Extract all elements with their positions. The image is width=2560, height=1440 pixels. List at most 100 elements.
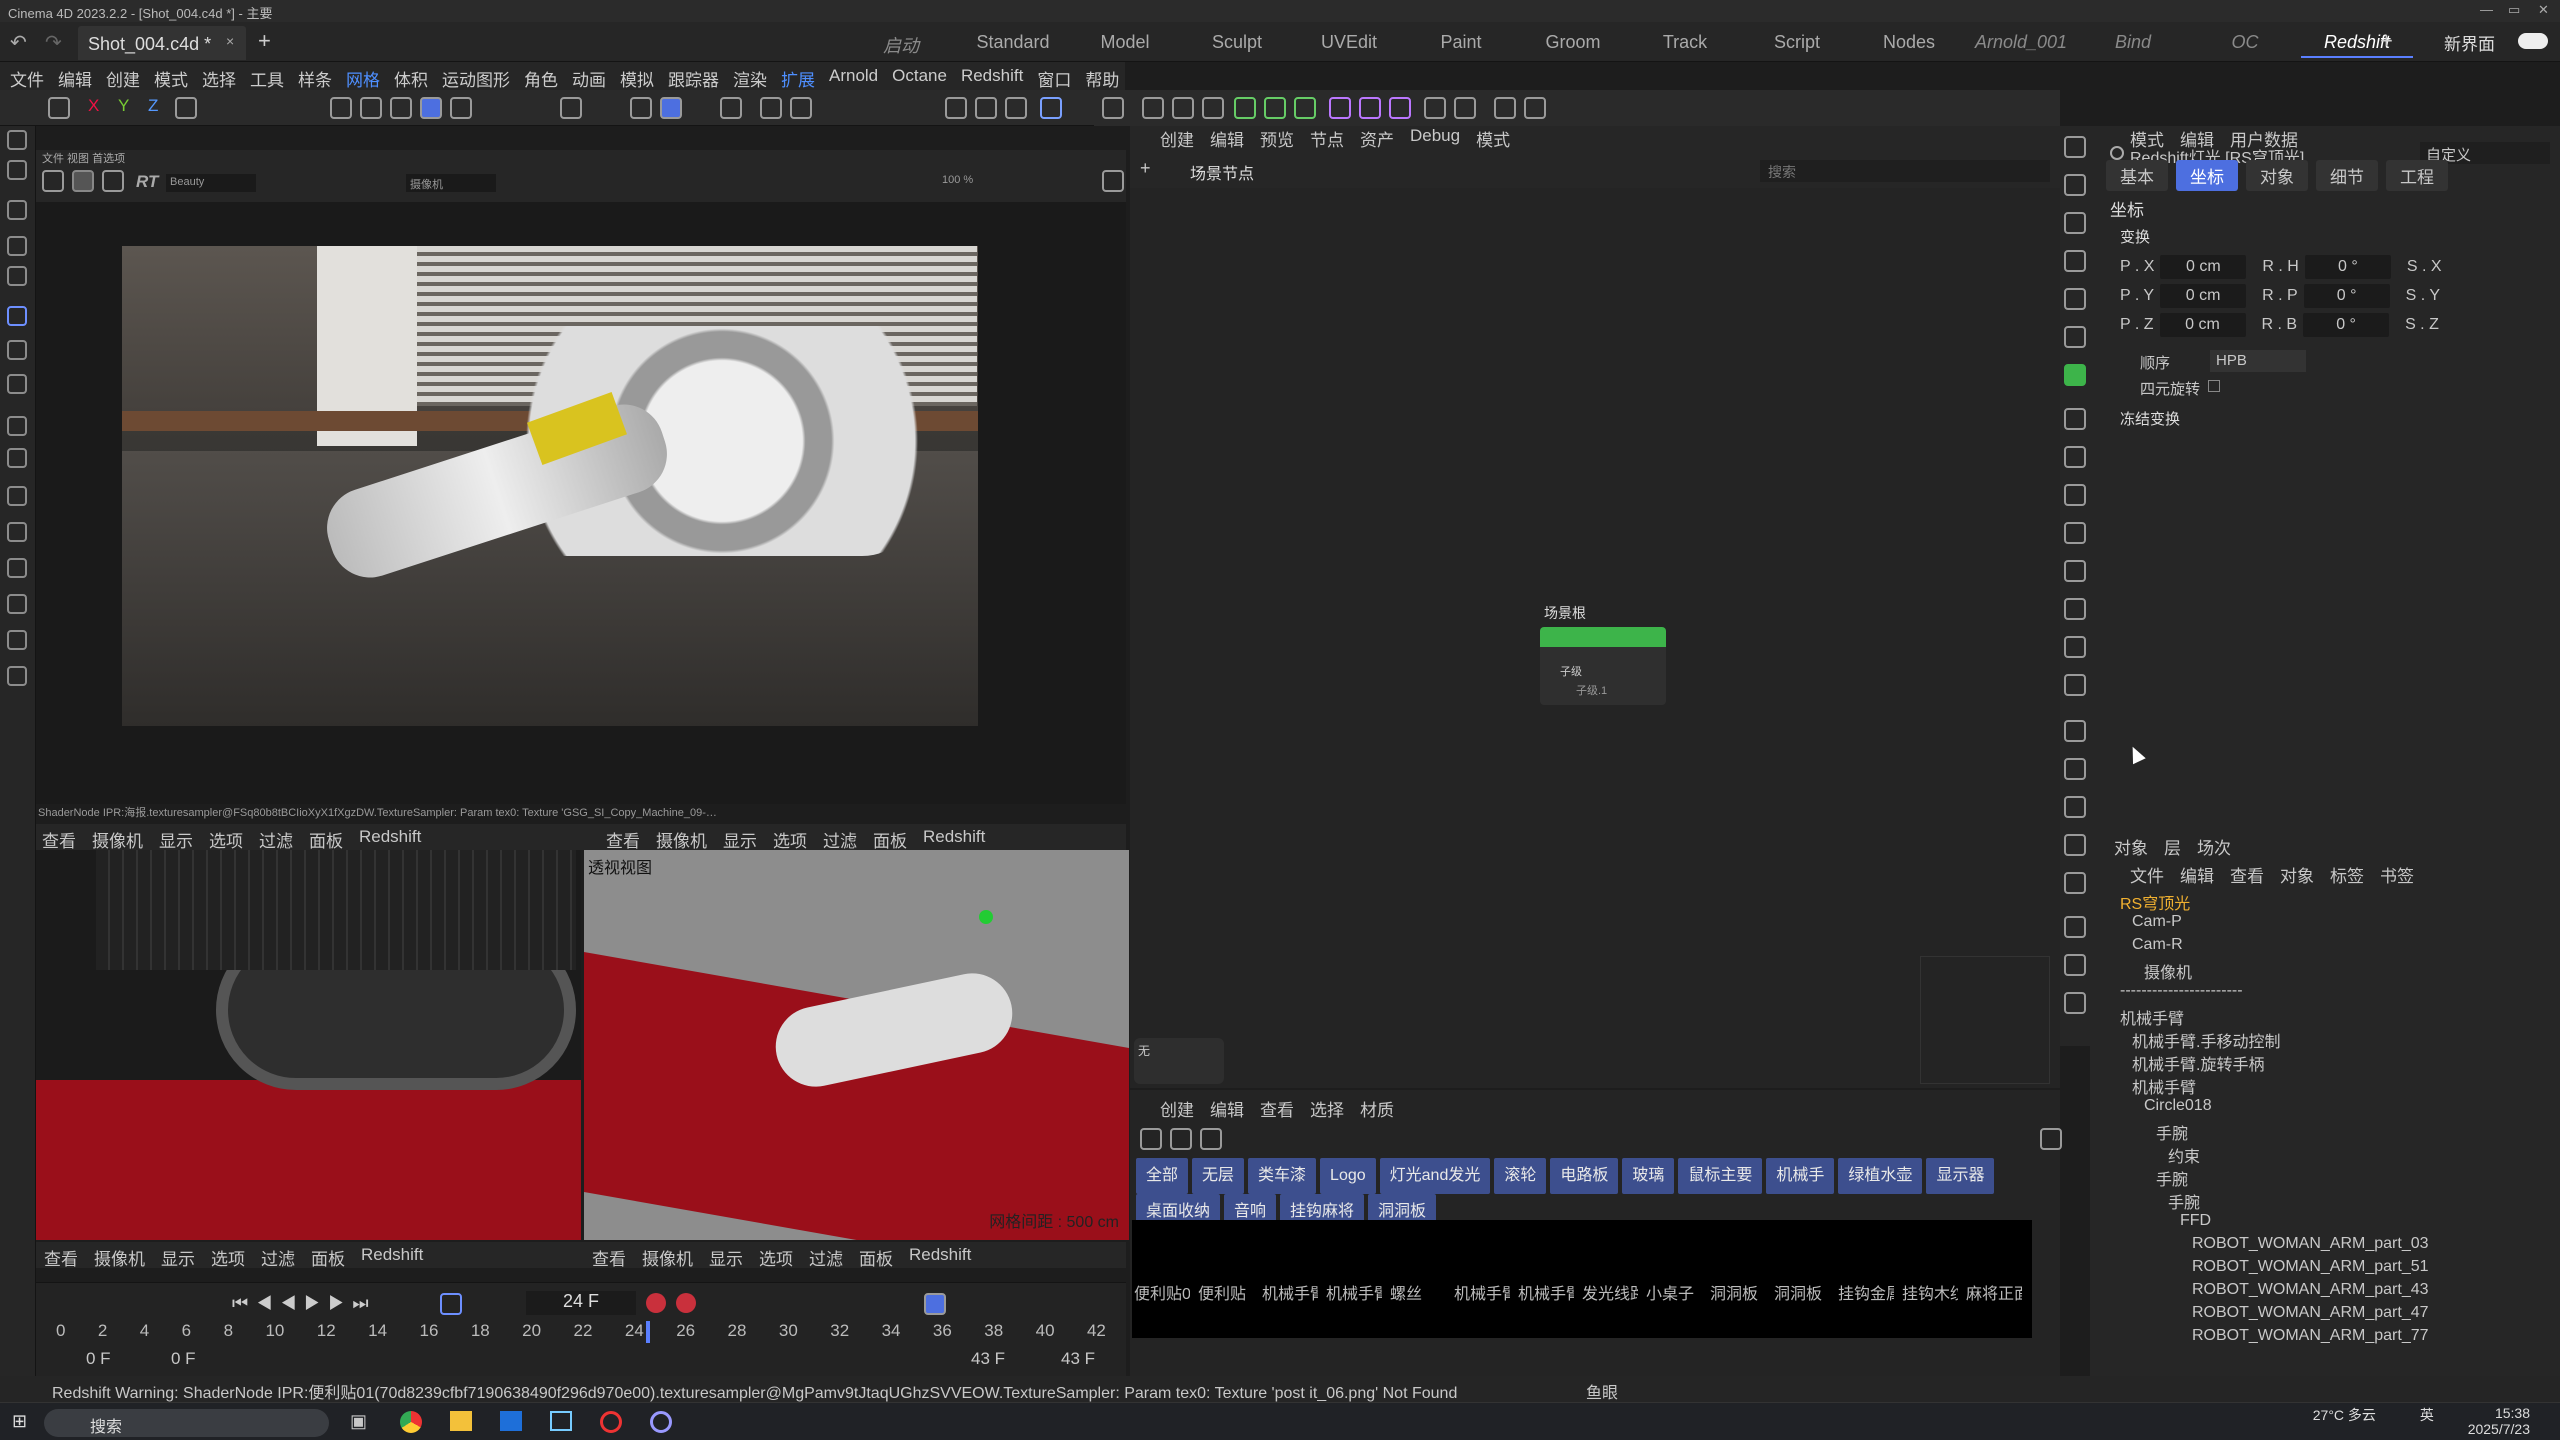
layout-tab-7[interactable]: Track xyxy=(1629,28,1741,58)
store-icon[interactable] xyxy=(500,1411,522,1431)
material-search-icon[interactable] xyxy=(1140,1128,1162,1150)
polygon-pen-icon[interactable] xyxy=(7,558,27,578)
scene-root-node[interactable]: 子级 子级.1 xyxy=(1540,627,1666,705)
position-field-2[interactable]: 0 cm xyxy=(2159,312,2246,337)
effector-icon[interactable] xyxy=(1389,97,1411,119)
taskbar-search[interactable]: 搜索 xyxy=(44,1409,329,1437)
position-field-1[interactable]: 0 cm xyxy=(2160,283,2247,308)
target-icon[interactable] xyxy=(2064,674,2086,696)
perspective-viewport[interactable]: 透视视图 网格间距 : 500 cm xyxy=(584,850,1129,1240)
node-minimap[interactable] xyxy=(1920,956,2050,1084)
viewport-menu-0-0[interactable]: 查看 xyxy=(42,827,76,852)
workplane-icon[interactable] xyxy=(660,97,682,119)
y-axis-icon[interactable]: Y xyxy=(118,96,129,116)
node-search-input[interactable]: 搜索 xyxy=(1760,160,2050,182)
object-row[interactable]: Circle018 xyxy=(2120,1097,2540,1120)
attributes-tab-3[interactable]: 细节 xyxy=(2316,160,2378,191)
attributes-tab-4[interactable]: 工程 xyxy=(2386,160,2448,191)
render-viewport[interactable] xyxy=(36,202,1126,804)
camera-icon-5[interactable] xyxy=(2064,872,2086,894)
material-filter-3[interactable]: Logo xyxy=(1320,1158,1376,1194)
object-row[interactable]: 手腕 xyxy=(2120,1166,2540,1189)
attributes-tab-2[interactable]: 对象 xyxy=(2246,160,2308,191)
object-row[interactable]: 摄像机 xyxy=(2120,959,2540,982)
menu-item-17[interactable]: Octane xyxy=(892,66,947,90)
object-menu-5[interactable]: 书签 xyxy=(2380,862,2414,887)
motion-path-icon[interactable] xyxy=(924,1293,946,1315)
object-row[interactable]: 机械手臂 xyxy=(2120,1005,2540,1028)
order-select[interactable]: HPB xyxy=(2210,350,2306,372)
lasso-icon[interactable] xyxy=(7,486,27,506)
material-name-12[interactable]: 挂钩木纹 xyxy=(1902,1280,1958,1304)
cube-icon[interactable] xyxy=(1102,97,1124,119)
paint-icon[interactable] xyxy=(1494,97,1516,119)
preview-start[interactable]: 0 F xyxy=(171,1349,196,1369)
material-refresh-icon[interactable] xyxy=(1170,1128,1192,1150)
node-menu-6[interactable]: 模式 xyxy=(1476,126,1510,151)
viewport-menu-2-6[interactable]: Redshift xyxy=(361,1245,423,1270)
node-menu-2[interactable]: 预览 xyxy=(1260,126,1294,151)
tag-icon[interactable] xyxy=(2064,598,2086,620)
sun-side-icon[interactable] xyxy=(2064,446,2086,468)
layout-tab-9[interactable]: Nodes xyxy=(1853,28,1965,58)
menu-item-6[interactable]: 样条 xyxy=(298,66,332,90)
object-row[interactable]: ROBOT_WOMAN_ARM_part_43 xyxy=(2120,1281,2540,1304)
menu-item-9[interactable]: 运动图形 xyxy=(442,66,510,90)
maximize-button[interactable]: ▭ xyxy=(2508,2,2520,18)
viewport-menu-2-5[interactable]: 面板 xyxy=(311,1245,345,1270)
list-icon[interactable] xyxy=(2064,992,2086,1014)
menu-item-3[interactable]: 模式 xyxy=(154,66,188,90)
spot-light-icon[interactable] xyxy=(2064,522,2086,544)
material-menu-1[interactable]: 编辑 xyxy=(1210,1096,1244,1121)
texture-mode-icon[interactable] xyxy=(450,97,472,119)
light-icon[interactable] xyxy=(1424,97,1446,119)
ipr-start-icon[interactable] xyxy=(72,170,94,192)
menu-item-15[interactable]: 扩展 xyxy=(781,66,815,90)
menu-item-12[interactable]: 模拟 xyxy=(620,66,654,90)
viewport-menu-2-2[interactable]: 显示 xyxy=(161,1245,195,1270)
material-filter-1[interactable]: 无层 xyxy=(1192,1158,1245,1194)
material-filter-11[interactable]: 显示器 xyxy=(1926,1158,1995,1194)
menu-item-19[interactable]: 窗口 xyxy=(1037,66,1071,90)
make-editable-icon[interactable] xyxy=(48,97,70,119)
task-view-icon[interactable]: ▣ xyxy=(350,1411,367,1432)
object-side-icon[interactable] xyxy=(2064,326,2086,348)
new-interface-toggle[interactable] xyxy=(2518,33,2548,49)
close-window-button[interactable]: ✕ xyxy=(2538,2,2549,18)
menu-item-18[interactable]: Redshift xyxy=(961,66,1023,90)
clock-date[interactable]: 2025/7/23 xyxy=(2468,1421,2530,1437)
menu-item-7[interactable]: 网格 xyxy=(346,66,380,90)
camera-icon-4[interactable] xyxy=(2064,834,2086,856)
current-frame-field[interactable]: 24 F xyxy=(526,1291,636,1315)
layout-tab-12[interactable]: OC xyxy=(2189,28,2301,58)
app-icon-2[interactable] xyxy=(650,1411,672,1433)
material-name-9[interactable]: 洞洞板 xyxy=(1710,1280,1766,1304)
object-row[interactable]: ROBOT_WOMAN_ARM_part_77 xyxy=(2120,1327,2540,1350)
object-row[interactable]: Cam-R xyxy=(2120,936,2540,959)
frame-icon[interactable] xyxy=(2064,636,2086,658)
layout-tab-11[interactable]: Bind xyxy=(2077,28,2189,58)
material-filter-5[interactable]: 滚轮 xyxy=(1494,1158,1547,1194)
object-row[interactable]: 手腕 xyxy=(2120,1189,2540,1212)
node-menu-5[interactable]: Debug xyxy=(1410,126,1460,151)
material-thumbnails[interactable] xyxy=(1132,1220,2032,1338)
viewport-menu-0-6[interactable]: Redshift xyxy=(359,827,421,852)
scale-icon[interactable] xyxy=(7,374,27,394)
loop-icon[interactable] xyxy=(440,1293,462,1315)
material-name-6[interactable]: 机械手臂 xyxy=(1518,1280,1574,1304)
rotation-field-0[interactable]: 0 ° xyxy=(2304,254,2391,279)
attributes-tab-0[interactable]: 基本 xyxy=(2106,160,2168,191)
zoom-icon[interactable] xyxy=(7,200,27,220)
move-icon[interactable] xyxy=(7,306,27,326)
viewport-menu-3-6[interactable]: Redshift xyxy=(909,1245,971,1270)
redshift-object-icon[interactable] xyxy=(2064,364,2086,386)
texture-side-icon[interactable] xyxy=(2064,212,2086,234)
viewport-menu-1-1[interactable]: 摄像机 xyxy=(656,827,707,852)
menu-item-5[interactable]: 工具 xyxy=(250,66,284,90)
playhead[interactable] xyxy=(646,1321,650,1343)
breadcrumb[interactable]: 场景节点 xyxy=(1190,160,1254,184)
viewport-menu-1-6[interactable]: Redshift xyxy=(923,827,985,852)
transform-icon[interactable] xyxy=(7,416,27,436)
point-mode-icon[interactable] xyxy=(330,97,352,119)
new-tab-button[interactable]: + xyxy=(258,28,271,54)
